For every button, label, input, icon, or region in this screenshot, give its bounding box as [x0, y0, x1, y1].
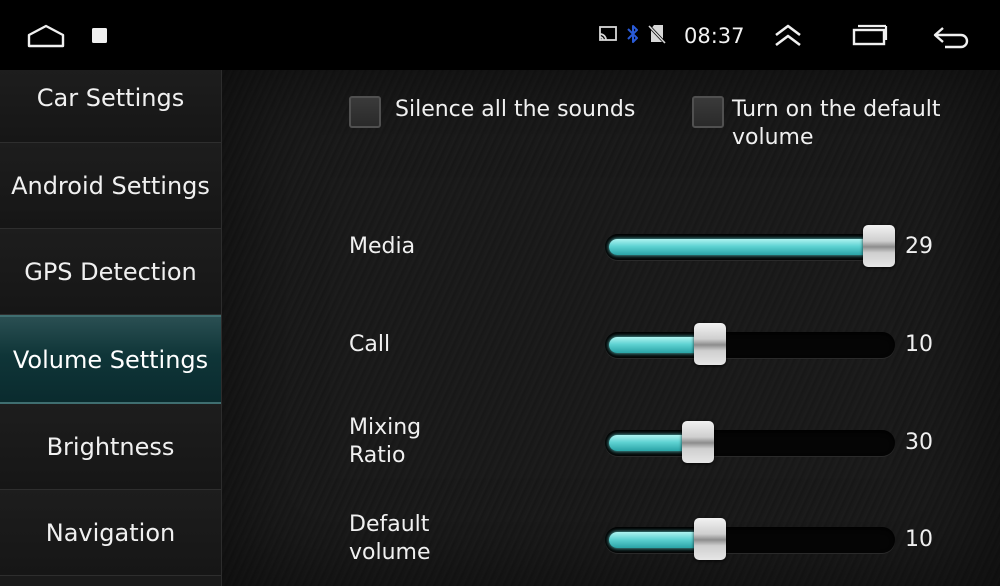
- sidebar-item-label: Car Settings: [36, 84, 185, 112]
- default-volume-row: Default volume 10: [349, 512, 989, 573]
- volume-settings-panel: Silence all the sounds Turn on the defau…: [222, 70, 1000, 586]
- call-slider-thumb[interactable]: [694, 323, 726, 365]
- default-volume-slider[interactable]: [605, 518, 895, 560]
- call-label: Call: [349, 332, 391, 357]
- sidebar-item-label: Navigation: [45, 518, 176, 547]
- volume-settings-screen: 08:37 Car Settings Android Settings GPS …: [0, 0, 1000, 586]
- bluetooth-icon: [626, 24, 640, 48]
- media-label: Media: [349, 234, 416, 259]
- recent-apps-icon[interactable]: [848, 22, 892, 50]
- mixing-ratio-value: 30: [905, 430, 933, 455]
- sidebar-item-car-settings[interactable]: Car Settings: [0, 70, 221, 143]
- no-sim-icon: [647, 23, 667, 49]
- sidebar-item-navigation[interactable]: Navigation: [0, 490, 221, 576]
- call-volume-row: Call 10: [349, 318, 989, 378]
- sidebar-item-label: GPS Detection: [24, 257, 197, 286]
- default-volume-label: Default volume: [349, 512, 431, 565]
- media-slider[interactable]: [605, 225, 895, 267]
- mixing-ratio-slider-thumb[interactable]: [682, 421, 714, 463]
- call-slider[interactable]: [605, 323, 895, 365]
- back-icon[interactable]: [928, 22, 974, 52]
- sidebar-item-volume-settings[interactable]: Volume Settings: [0, 315, 221, 404]
- status-icons: [598, 23, 667, 49]
- mixing-ratio-label: Mixing Ratio: [349, 415, 422, 468]
- call-value: 10: [905, 332, 933, 357]
- silence-all-sounds-checkbox[interactable]: [349, 96, 381, 128]
- default-volume-checkbox[interactable]: [692, 96, 724, 128]
- settings-sidebar: Car Settings Android Settings GPS Detect…: [0, 70, 222, 586]
- sidebar-item-android-settings[interactable]: Android Settings: [0, 143, 221, 229]
- chevron-up-icon[interactable]: [770, 18, 806, 54]
- sidebar-item-brightness[interactable]: Brightness: [0, 404, 221, 490]
- media-volume-row: Media 29: [349, 220, 989, 280]
- mixing-ratio-row: Mixing Ratio 30: [349, 415, 989, 476]
- default-volume-option[interactable]: Turn on the default volume: [692, 96, 982, 152]
- default-volume-value: 10: [905, 527, 933, 552]
- silence-all-sounds-label: Silence all the sounds: [395, 97, 636, 122]
- sidebar-item-label: Volume Settings: [12, 345, 209, 374]
- default-volume-slider-thumb[interactable]: [694, 518, 726, 560]
- sidebar-item-label: Android Settings: [11, 171, 210, 200]
- square-icon[interactable]: [88, 22, 112, 50]
- media-value: 29: [905, 234, 933, 259]
- cast-icon: [598, 25, 618, 47]
- media-slider-thumb[interactable]: [863, 225, 895, 267]
- sidebar-item-label: Brightness: [46, 432, 175, 461]
- clock: 08:37: [684, 24, 745, 48]
- sidebar-item-gps-detection[interactable]: GPS Detection: [0, 229, 221, 315]
- media-slider-fill: [609, 239, 879, 255]
- mixing-ratio-slider[interactable]: [605, 421, 895, 463]
- home-icon[interactable]: [22, 20, 70, 52]
- silence-all-sounds-option[interactable]: Silence all the sounds: [349, 96, 635, 128]
- system-status-bar: 08:37: [0, 0, 1000, 70]
- default-volume-option-label: Turn on the default volume: [732, 97, 941, 150]
